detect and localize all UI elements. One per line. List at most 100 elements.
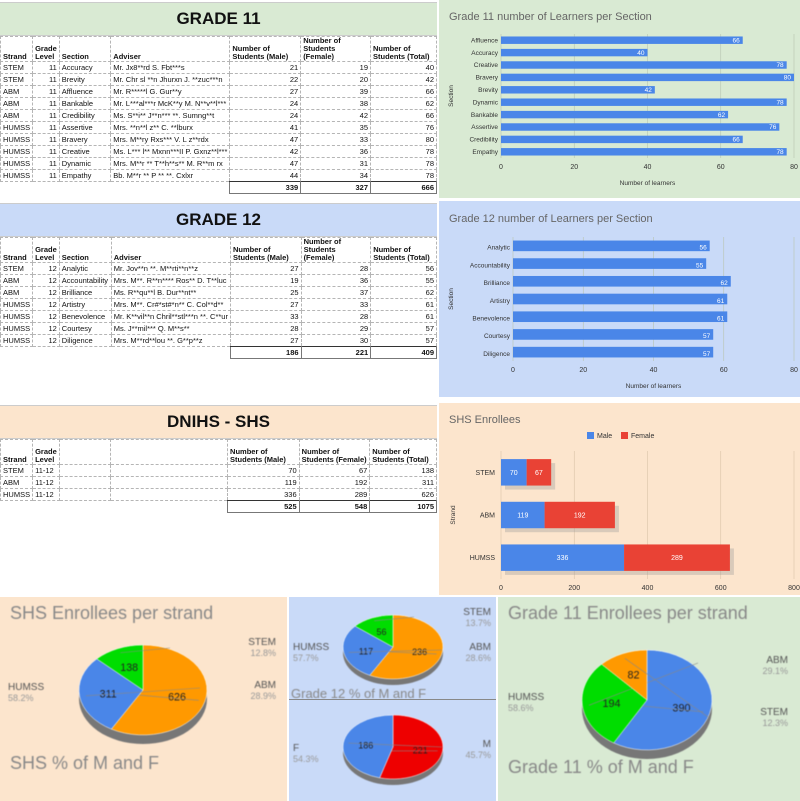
table-cell[interactable]: 11: [32, 73, 60, 86]
pie-panel-g11[interactable]: Grade 11 Enrollees per strand 390 HUMSS 58…: [498, 597, 800, 801]
table-cell[interactable]: ABM: [0, 85, 34, 98]
table-cell[interactable]: 78: [370, 157, 437, 170]
table-cell[interactable]: 42: [370, 73, 437, 86]
total-cell[interactable]: 409: [370, 346, 437, 359]
table-cell[interactable]: 42: [300, 109, 372, 122]
column-header[interactable]: [58, 439, 112, 465]
table-cell[interactable]: 61: [370, 298, 437, 311]
column-header[interactable]: Number of Students (Female): [300, 237, 372, 263]
table-cell[interactable]: 27: [229, 298, 302, 311]
table-cell[interactable]: 11-12: [32, 476, 60, 489]
table-cell[interactable]: 19: [300, 61, 372, 74]
table-cell[interactable]: Diligence: [58, 334, 112, 347]
table-cell[interactable]: 44: [229, 169, 302, 182]
table-cell[interactable]: 11: [32, 97, 60, 110]
table-cell[interactable]: Mr. Chr sl **n Jhurxn J. **zuc***n: [110, 73, 231, 86]
table-cell[interactable]: 34: [300, 169, 372, 182]
table-cell[interactable]: 19: [229, 274, 302, 287]
table-cell[interactable]: Ms. S**i** J**n*** **. Sumng**t: [110, 109, 231, 122]
total-cell[interactable]: 327: [300, 181, 372, 194]
table-cell[interactable]: 138: [369, 464, 437, 477]
table-cell[interactable]: Ms. J**mil*** Q. M**s**: [110, 322, 231, 335]
table-cell[interactable]: Bravery: [58, 133, 112, 146]
table-cell[interactable]: [110, 488, 229, 501]
table-cell[interactable]: HUMSS: [0, 488, 34, 501]
table-cell[interactable]: Mrs. M**ry Rxs*** V. L z**rdx: [110, 133, 231, 146]
column-header[interactable]: Strand: [0, 36, 34, 62]
table-cell[interactable]: Bb. M**r ** P ** **. Cxlxr: [110, 169, 231, 182]
table-cell[interactable]: Courtesy: [58, 322, 112, 335]
table-cell[interactable]: Mrs. M**rd**lou **. G**p**z: [110, 334, 231, 347]
empty-cell[interactable]: [111, 347, 230, 359]
empty-cell[interactable]: [33, 182, 60, 194]
table-cell[interactable]: [110, 464, 229, 477]
column-header[interactable]: Adviser: [110, 237, 231, 263]
table-cell[interactable]: 12: [32, 298, 60, 311]
column-header[interactable]: Number of Students (Male): [229, 36, 302, 62]
table-cell[interactable]: [110, 476, 229, 489]
table-cell[interactable]: 289: [298, 488, 371, 501]
column-header[interactable]: Section: [58, 36, 112, 62]
table-cell[interactable]: Mr. Jx8**rd S. Fbt***s: [110, 61, 231, 74]
table-cell[interactable]: HUMSS: [0, 121, 34, 134]
table-cell[interactable]: 11: [32, 145, 60, 158]
table-cell[interactable]: 192: [298, 476, 371, 489]
table-cell[interactable]: 12: [32, 274, 60, 287]
table-cell[interactable]: 12: [32, 322, 60, 335]
empty-cell[interactable]: [111, 182, 230, 194]
table-cell[interactable]: Artistry: [58, 298, 112, 311]
table-cell[interactable]: [58, 488, 112, 501]
table-cell[interactable]: Assertive: [58, 121, 112, 134]
table-cell[interactable]: 78: [370, 145, 437, 158]
grade11-bar-chart-panel[interactable]: Grade 11 number of Learners per Section …: [439, 0, 800, 198]
table-cell[interactable]: 57: [370, 322, 437, 335]
table-cell[interactable]: Mr. Jov**n **. M**rti**n**z: [110, 262, 231, 275]
table-cell[interactable]: ABM: [0, 109, 34, 122]
table-cell[interactable]: HUMSS: [0, 157, 34, 170]
table-cell[interactable]: ABM: [0, 286, 34, 299]
column-header[interactable]: Number of Students (Male): [227, 439, 300, 465]
table-cell[interactable]: 28: [300, 310, 372, 323]
table-cell[interactable]: 66: [370, 85, 437, 98]
table-cell[interactable]: 41: [229, 121, 302, 134]
table-cell[interactable]: [58, 476, 112, 489]
table-cell[interactable]: STEM: [0, 73, 34, 86]
table-cell[interactable]: HUMSS: [0, 145, 34, 158]
table-cell[interactable]: 35: [300, 121, 372, 134]
table-cell[interactable]: 61: [370, 310, 437, 323]
total-cell[interactable]: 186: [229, 346, 302, 359]
table-cell[interactable]: Analytic: [58, 262, 112, 275]
total-cell[interactable]: 666: [370, 181, 437, 194]
table-cell[interactable]: 311: [369, 476, 437, 489]
column-header[interactable]: [110, 439, 229, 465]
table-cell[interactable]: 27: [229, 262, 302, 275]
table-cell[interactable]: 11: [32, 169, 60, 182]
table-cell[interactable]: ABM: [0, 97, 34, 110]
table-cell[interactable]: Ms. L*** l** Mxnn***II P. Gxnz**l***: [110, 145, 231, 158]
table-cell[interactable]: HUMSS: [0, 133, 34, 146]
table-cell[interactable]: 57: [370, 334, 437, 347]
empty-cell[interactable]: [59, 347, 111, 359]
total-cell[interactable]: 221: [300, 346, 372, 359]
table-cell[interactable]: Mr. L***al***r McK**y M. N**v**l***: [110, 97, 231, 110]
table-cell[interactable]: Brilliance: [58, 286, 112, 299]
table-cell[interactable]: 56: [370, 262, 437, 275]
empty-cell[interactable]: [59, 182, 111, 194]
column-header[interactable]: Grade Level: [32, 439, 60, 465]
table-cell[interactable]: Mr. R*****l G. Gur**y: [110, 85, 231, 98]
table-cell[interactable]: 38: [300, 97, 372, 110]
total-cell[interactable]: 548: [298, 500, 371, 513]
table-cell[interactable]: Affluence: [58, 85, 112, 98]
table-cell[interactable]: 31: [300, 157, 372, 170]
table-cell[interactable]: 11: [32, 157, 60, 170]
table-cell[interactable]: ABM: [0, 274, 34, 287]
table-cell[interactable]: 78: [370, 169, 437, 182]
table-cell[interactable]: 119: [227, 476, 300, 489]
table-cell[interactable]: 11-12: [32, 464, 60, 477]
table-cell[interactable]: 33: [229, 310, 302, 323]
table-cell[interactable]: 62: [370, 97, 437, 110]
table-cell[interactable]: Benevolence: [58, 310, 112, 323]
table-cell[interactable]: 33: [300, 133, 372, 146]
table-cell[interactable]: 37: [300, 286, 372, 299]
table-cell[interactable]: 22: [229, 73, 302, 86]
